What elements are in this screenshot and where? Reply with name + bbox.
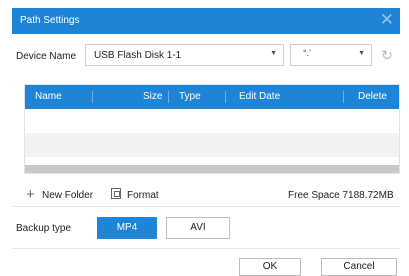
column-separator (343, 91, 344, 103)
device-name-select[interactable]: USB Flash Disk 1-1 ▼ (85, 44, 284, 66)
horizontal-scrollbar[interactable] (25, 165, 399, 173)
device-name-label: Device Name (16, 51, 77, 62)
ok-button[interactable]: OK (239, 258, 301, 276)
free-space-text: Free Space 7188.72MB (288, 190, 394, 201)
close-icon[interactable]: ✕ (380, 11, 394, 29)
column-separator (225, 91, 226, 103)
cancel-button[interactable]: Cancel (321, 258, 397, 276)
chevron-down-icon: ▼ (358, 50, 365, 57)
table-header: Name Size Type Edit Date Delete (25, 85, 399, 109)
device-name-value: USB Flash Disk 1-1 (94, 50, 182, 61)
column-type: Type (179, 91, 201, 102)
backup-type-label: Backup type (16, 223, 72, 234)
chevron-down-icon: ▼ (270, 50, 277, 57)
divider (12, 248, 400, 249)
divider (12, 206, 400, 207)
dialog-title: Path Settings (20, 15, 80, 26)
column-name: Name (35, 91, 62, 102)
backup-type-avi-button[interactable]: AVI (166, 217, 230, 239)
table-row (25, 133, 399, 157)
dialog-titlebar: Path Settings ✕ (12, 8, 400, 34)
partition-value: °.' (303, 48, 311, 58)
new-folder-button[interactable]: New Folder (42, 190, 93, 201)
backup-type-mp4-button[interactable]: MP4 (97, 217, 157, 239)
column-separator (168, 91, 169, 103)
plus-icon[interactable]: + (26, 186, 35, 203)
file-table: Name Size Type Edit Date Delete (24, 84, 400, 174)
column-size: Size (143, 91, 163, 102)
format-button[interactable]: Format (127, 190, 159, 201)
path-settings-dialog: Path Settings ✕ Device Name USB Flash Di… (0, 0, 409, 276)
refresh-icon[interactable]: ↻ (379, 47, 395, 63)
column-separator (92, 91, 93, 103)
column-delete: Delete (358, 91, 387, 102)
column-edit-date: Edit Date (239, 91, 281, 102)
partition-select[interactable]: °.' ▼ (290, 44, 372, 66)
format-icon[interactable] (111, 188, 121, 199)
